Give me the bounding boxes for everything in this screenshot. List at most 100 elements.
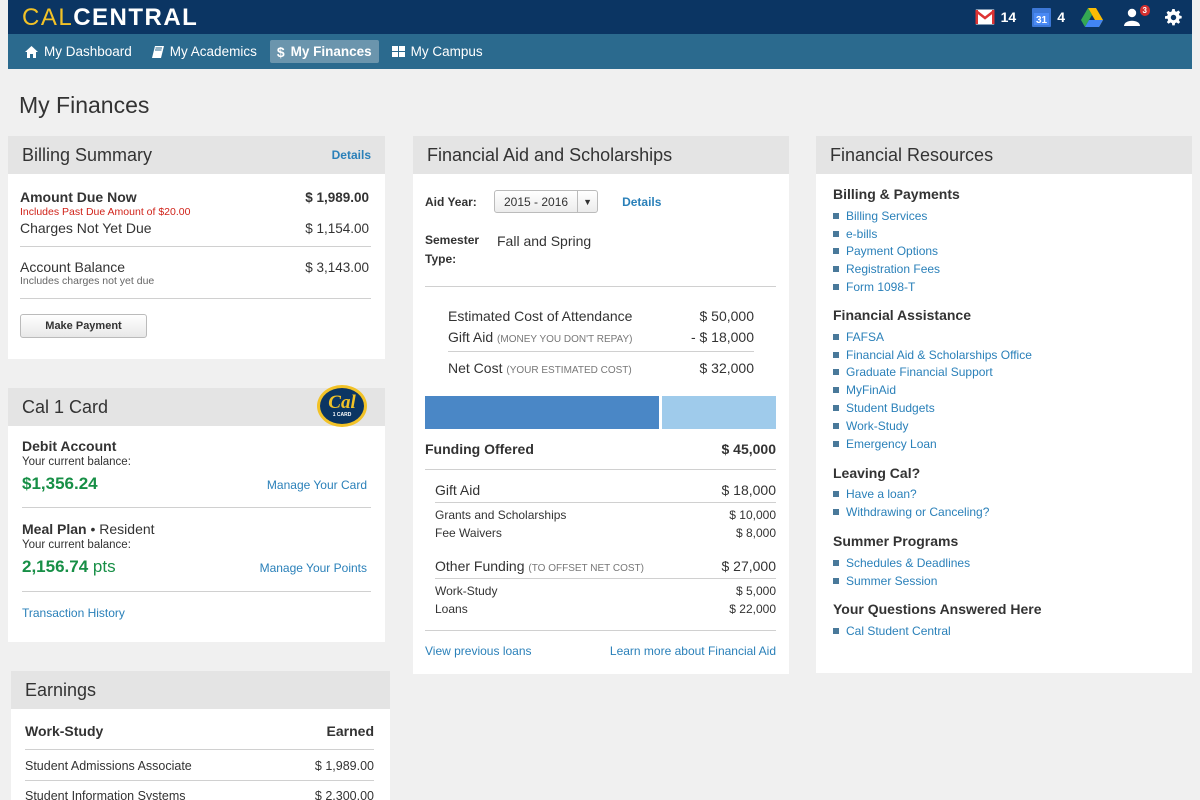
page-title: My Finances [19,92,150,118]
debit-balance-value: $1,356.24 [22,474,98,493]
resource-link[interactable]: Work-Study [846,419,908,433]
earnings-divider [25,749,374,750]
resource-link[interactable]: Financial Aid & Scholarships Office [846,348,1032,362]
billing-summary-title: Billing Summary [22,144,153,165]
resource-section-heading: Your Questions Answered Here [833,600,1042,617]
meal-plan-label: Meal Plan • Resident [22,521,155,537]
fee-waivers-value: $ 8,000 [735,526,776,540]
cost-bar-gift [662,396,776,429]
resource-link[interactable]: MyFinAid [846,383,896,397]
resource-link-list: FAFSA Financial Aid & Scholarships Office… [833,328,1175,453]
mail-icon[interactable] [974,9,995,25]
aid-divider [435,578,776,579]
list-item: Emergency Loan [833,435,1175,453]
bullet-square-icon [833,440,839,447]
cost-attendance-value: $ 50,000 [699,308,755,324]
list-item: Schedules & Deadlines [833,554,1175,572]
manage-card-link[interactable]: Manage Your Card [267,478,367,492]
nav-my-campus[interactable]: My Campus [385,40,490,63]
gift-aid-offered-value: $ 18,000 [721,482,777,498]
resource-link[interactable]: Registration Fees [846,262,940,276]
resource-link[interactable]: Payment Options [846,244,938,258]
bullet-square-icon [833,369,839,376]
resource-section-heading: Summer Programs [833,533,959,550]
aid-details-link[interactable]: Details [622,195,661,209]
earnings-header: Earnings [11,671,390,709]
loans-label: Loans [435,602,468,616]
cal1-divider [22,507,371,508]
billing-details-link[interactable]: Details [332,148,371,162]
bullet-square-icon [833,248,839,255]
calcentral-logo[interactable]: CALCENTRAL [22,4,198,32]
fee-waivers-label: Fee Waivers [435,526,502,540]
resource-link[interactable]: Summer Session [846,574,937,588]
list-item: Payment Options [833,243,1175,261]
main-nav: My Dashboard My Academics $ My Finances … [8,34,1192,69]
amount-due-value: $ 1,989.00 [305,190,369,205]
learn-more-aid-link[interactable]: Learn more about Financial Aid [610,644,776,658]
resource-link[interactable]: Billing Services [846,209,927,223]
bullet-square-icon [833,266,839,273]
semester-type-value: Fall and Spring [497,233,592,249]
resource-link[interactable]: Student Budgets [846,401,935,415]
user-icon[interactable]: 3 [1123,5,1150,26]
billing-divider [20,298,371,299]
financial-resources-card: Financial Resources Billing & Payments Bi… [816,136,1192,673]
list-item: Summer Session [833,572,1175,590]
resource-link[interactable]: Cal Student Central [846,624,951,638]
bullet-square-icon [833,491,839,498]
resource-link[interactable]: Schedules & Deadlines [846,556,970,570]
other-funding-label: Other Funding (TO OFFSET NET COST) [435,558,644,574]
make-payment-button[interactable]: Make Payment [20,314,147,338]
aid-year-select[interactable]: 2015 - 2016 ▼ [494,190,599,213]
grid-icon [391,46,405,57]
balance-note: Includes charges not yet due [20,275,155,287]
transaction-history-link[interactable]: Transaction History [22,606,371,620]
bullet-square-icon [833,284,839,291]
aid-divider [435,502,776,503]
charges-label: Charges Not Yet Due [20,220,152,236]
resource-link[interactable]: Graduate Financial Support [846,365,993,379]
grants-label: Grants and Scholarships [435,508,567,522]
resource-link[interactable]: Form 1098-T [846,280,915,294]
account-balance-value: $ 3,143.00 [305,260,369,275]
resource-link[interactable]: Emergency Loan [846,437,937,451]
resource-section-heading: Billing & Payments [833,186,960,202]
calendar-icon[interactable]: 31 [1032,7,1052,27]
resource-section: Financial Assistance FAFSA Financial Aid &… [833,307,1175,453]
drive-icon[interactable] [1081,7,1103,27]
earnings-col-earned: Earned [326,723,374,739]
meal-points-value: 2,156.74 pts [22,557,116,576]
resource-link[interactable]: FAFSA [846,330,884,344]
charges-value: $ 1,154.00 [305,221,369,236]
gift-aid-offered-label: Gift Aid [435,482,481,498]
resource-link[interactable]: Have a loan? [846,487,917,501]
view-previous-loans-link[interactable]: View previous loans [425,644,532,658]
aid-year-value: 2015 - 2016 [504,194,569,209]
nav-my-dashboard[interactable]: My Dashboard [18,40,139,63]
earnings-divider [25,780,374,781]
bullet-square-icon [833,333,839,340]
financial-aid-header: Financial Aid and Scholarships [413,136,789,174]
bullet-square-icon [833,577,839,584]
cal1-header: Cal 1 Card Cal 1 CARD [8,385,385,427]
billing-summary-header: Billing Summary Details [8,136,385,174]
resource-section: Leaving Cal? Have a loan? Withdrawing or C… [833,465,1175,522]
resource-link[interactable]: e-bills [846,227,877,241]
earnings-card: Earnings Work-Study Earned Student Admis… [11,671,390,800]
home-icon [25,45,38,58]
nav-my-finances[interactable]: $ My Finances [269,40,379,63]
bullet-square-icon [833,422,839,429]
gift-aid-value: - $ 18,000 [690,329,754,345]
financial-aid-title: Financial Aid and Scholarships [427,144,673,165]
grants-value: $ 10,000 [729,508,776,522]
resources-body: Billing & Payments Billing Services e-bill… [816,174,1192,640]
cal1-divider [22,591,371,592]
gear-icon[interactable] [1165,8,1182,26]
resource-link[interactable]: Withdrawing or Canceling? [846,505,989,519]
manage-points-link[interactable]: Manage Your Points [260,561,367,575]
nav-my-academics[interactable]: My Academics [145,40,264,63]
list-item: Graduate Financial Support [833,364,1175,382]
work-study-value: $ 5,000 [735,584,776,598]
aid-divider [425,286,776,287]
